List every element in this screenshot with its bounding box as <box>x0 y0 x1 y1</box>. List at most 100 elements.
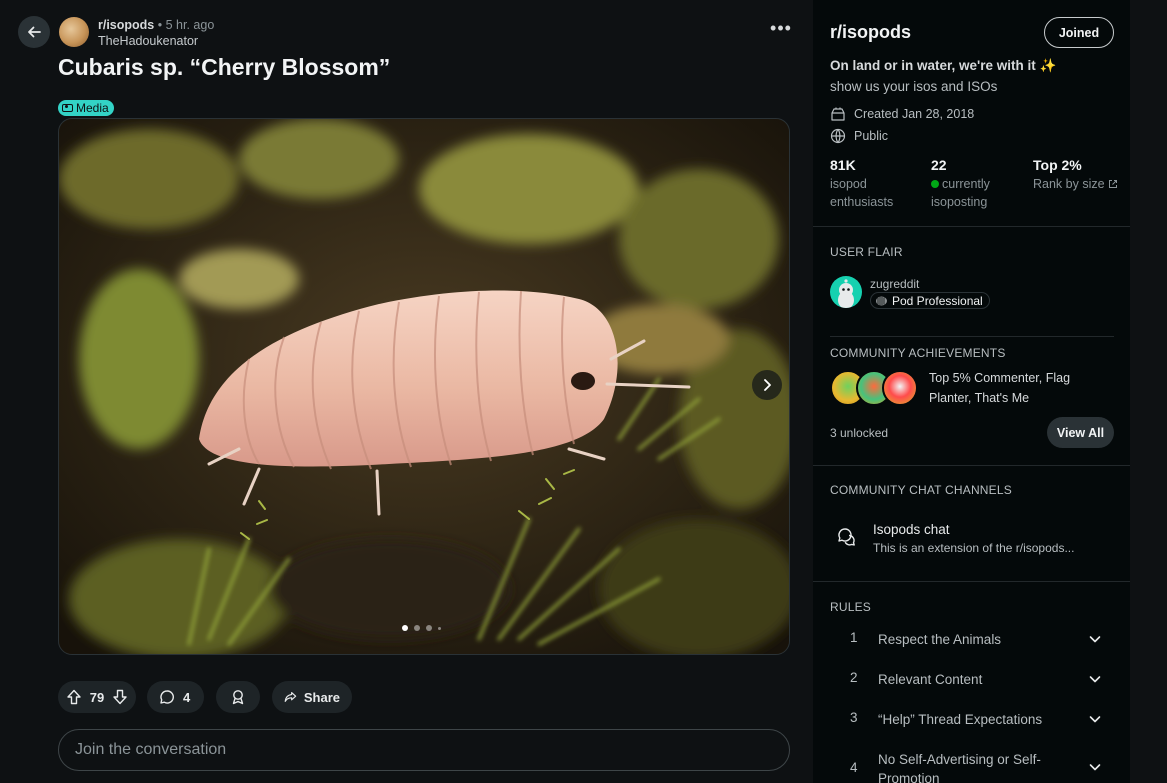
online-dot-icon <box>931 180 939 188</box>
snoo-avatar-icon <box>838 279 854 308</box>
downvote-icon <box>113 689 127 705</box>
post-panel: r/isopods • 5 hr. ago TheHadoukenator ••… <box>0 0 812 783</box>
gallery-indicator <box>402 625 441 631</box>
stat-value: 22 <box>931 157 947 173</box>
gallery-dot[interactable] <box>414 625 420 631</box>
divider <box>813 226 1130 227</box>
award-button[interactable] <box>216 681 260 713</box>
divider <box>813 581 1130 582</box>
rule-text: Respect the Animals <box>878 632 1002 647</box>
chevron-down-icon <box>1089 764 1101 771</box>
page-scrollbar-area <box>1130 0 1167 783</box>
rules-heading: RULES <box>830 600 872 614</box>
share-button[interactable]: Share <box>272 681 352 713</box>
rule-text: Relevant Content <box>878 672 983 687</box>
community-tagline: On land or in water, we're with it ✨ <box>830 58 1057 73</box>
user-flair-avatar[interactable] <box>830 276 862 308</box>
achievement-badge-icon <box>882 370 918 406</box>
stat-label: currently <box>942 177 990 191</box>
stat-value: 81K <box>830 157 856 173</box>
chat-channel-description: This is an extension of the r/isopods... <box>873 541 1075 555</box>
camera-icon <box>62 104 73 112</box>
comments-button[interactable]: 4 <box>147 681 204 713</box>
rule-item[interactable]: 3 “Help” Thread Expectations <box>830 710 1114 730</box>
share-icon <box>284 692 297 702</box>
subreddit-link[interactable]: r/isopods <box>98 18 154 32</box>
rule-item[interactable]: 2 Relevant Content <box>830 670 1114 690</box>
rule-number: 1 <box>850 630 858 645</box>
community-description: show us your isos and ISOs <box>830 79 998 94</box>
user-flair-username: zugreddit <box>870 277 920 291</box>
comment-count: 4 <box>183 689 191 705</box>
post-flair[interactable]: Media <box>58 100 114 116</box>
gallery-dot[interactable] <box>438 626 441 630</box>
stat-value: Top 2% <box>1033 157 1082 173</box>
divider <box>813 465 1130 466</box>
chevron-down-icon <box>1089 676 1101 683</box>
gallery-dot[interactable] <box>402 625 408 631</box>
user-flair-tag[interactable]: Pod Professional <box>870 292 990 309</box>
chevron-down-icon <box>1089 716 1101 723</box>
community-sidebar: r/isopods Joined On land or in water, we… <box>813 0 1130 783</box>
post-time: 5 hr. ago <box>165 18 215 32</box>
rule-item[interactable]: 4 No Self-Advertising or Self-Promotion <box>830 750 1114 783</box>
achievement-badges[interactable] <box>830 370 920 406</box>
chevron-right-icon <box>764 379 771 391</box>
achievements-unlocked: 3 unlocked <box>830 426 889 440</box>
author-link[interactable]: TheHadoukenator <box>98 33 214 49</box>
chat-channel-title: Isopods chat <box>873 522 950 537</box>
post-title: Cubaris sp. “Cherry Blossom” <box>58 54 391 80</box>
stat-label: enthusiasts <box>830 195 894 209</box>
user-flair-label: Pod Professional <box>892 293 983 308</box>
gallery-dot[interactable] <box>426 625 432 631</box>
chevron-down-icon <box>1089 636 1101 643</box>
view-all-button[interactable]: View All <box>1047 417 1114 448</box>
back-arrow-icon <box>28 26 41 38</box>
rule-text: “Help” Thread Expectations <box>878 712 1043 727</box>
community-name[interactable]: r/isopods <box>830 22 911 43</box>
rule-number: 2 <box>850 670 858 685</box>
subreddit-avatar[interactable] <box>59 17 89 47</box>
rule-number: 3 <box>850 710 858 725</box>
external-link-icon <box>1109 180 1118 188</box>
back-button[interactable] <box>18 16 50 48</box>
stat-online: 22 currently isoposting <box>931 156 990 211</box>
more-options-button[interactable]: ••• <box>766 19 796 42</box>
joined-button[interactable]: Joined <box>1044 17 1114 48</box>
isopod-photo <box>59 119 789 654</box>
chat-channels-heading: COMMUNITY CHAT CHANNELS <box>830 483 1012 497</box>
next-image-button[interactable] <box>752 370 782 400</box>
created-date: Created Jan 28, 2018 <box>854 107 975 121</box>
post-flair-label: Media <box>76 101 109 115</box>
post-image[interactable] <box>58 118 790 655</box>
rule-item[interactable]: 1 Respect the Animals <box>830 630 1114 650</box>
chat-channel-item[interactable]: Isopods chat This is an extension of the… <box>830 512 1114 562</box>
stat-rank[interactable]: Top 2% Rank by size <box>1033 156 1118 193</box>
created-row: Created Jan 28, 2018 <box>830 106 974 122</box>
divider <box>830 336 1114 337</box>
achievements-list: Top 5% Commenter, Flag Planter, That's M… <box>929 371 1071 405</box>
calendar-icon <box>831 107 845 121</box>
chat-icon <box>838 528 855 546</box>
upvote-icon <box>67 689 81 705</box>
more-icon: ••• <box>770 18 792 38</box>
comment-input[interactable] <box>58 729 790 771</box>
post-meta: r/isopods • 5 hr. ago TheHadoukenator <box>98 17 214 49</box>
stat-members: 81K isopod enthusiasts <box>830 156 893 211</box>
downvote-button[interactable] <box>112 689 128 705</box>
stat-label: Rank by size <box>1033 177 1105 191</box>
visibility-label: Public <box>854 129 889 143</box>
award-icon <box>232 690 244 705</box>
user-flair-heading: USER FLAIR <box>830 245 903 259</box>
stat-label: isopod <box>830 177 867 191</box>
upvote-button[interactable] <box>66 689 82 705</box>
achievements-heading: COMMUNITY ACHIEVEMENTS <box>830 346 1006 360</box>
share-label: Share <box>303 689 340 705</box>
globe-icon <box>830 128 846 144</box>
vote-count: 79 <box>89 689 105 705</box>
stat-label: isoposting <box>931 195 988 209</box>
comment-icon <box>160 690 174 704</box>
vote-bar: 79 <box>58 681 136 713</box>
visibility-row: Public <box>830 128 888 144</box>
meta-separator: • <box>157 18 163 32</box>
